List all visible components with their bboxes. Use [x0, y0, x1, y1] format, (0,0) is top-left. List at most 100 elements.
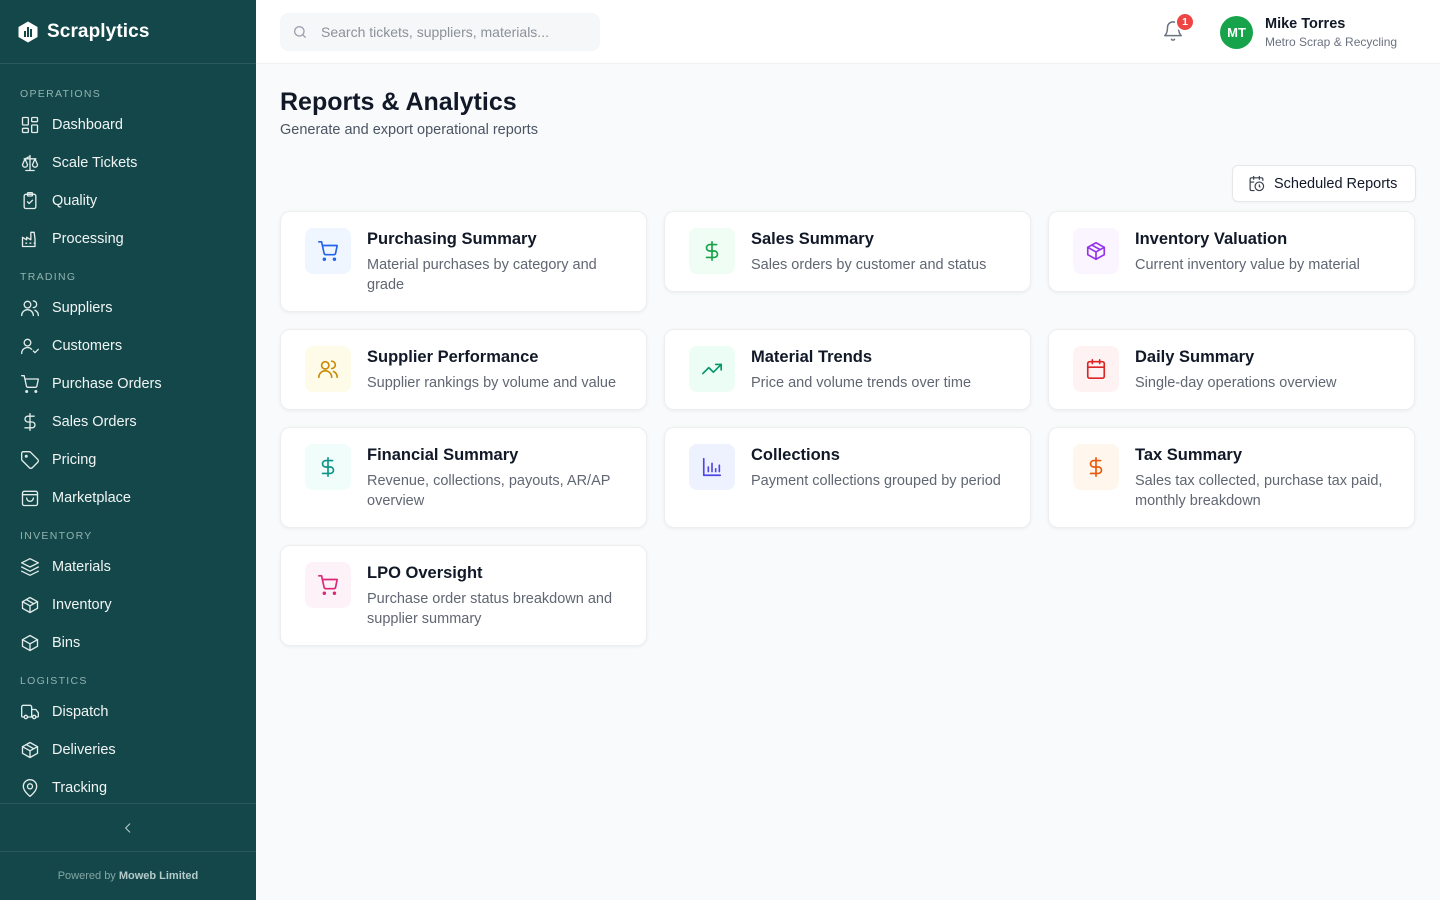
- powered-by-label: Powered by: [57, 870, 116, 882]
- user-avatar[interactable]: MT: [1220, 16, 1253, 49]
- report-card-description: Price and volume trends over time: [751, 375, 972, 391]
- nav-section-label: TRADING: [20, 270, 77, 283]
- trending-up-icon: [689, 346, 735, 392]
- users-icon: [20, 298, 40, 318]
- report-card-description: Current inventory value by material: [1135, 257, 1360, 273]
- report-card-purchasing-summary[interactable]: Purchasing Summary Material purchases by …: [280, 211, 647, 312]
- report-card-description: Purchase order status breakdown and supp…: [367, 591, 613, 627]
- sidebar-item-label: Inventory: [52, 597, 112, 613]
- page-title: Reports & Analytics: [280, 88, 517, 116]
- sidebar-item-label: Materials: [52, 559, 111, 575]
- sidebar: Scraplytics OPERATIONS Dashboard Scale Tic…: [0, 0, 256, 900]
- package-check-icon: [20, 740, 40, 760]
- scraplytics-logo-icon: [18, 21, 38, 42]
- sidebar-item-scale-tickets[interactable]: Scale Tickets: [0, 144, 256, 182]
- page-subtitle: Generate and export operational reports: [280, 122, 538, 138]
- sidebar-item-label: Scale Tickets: [52, 155, 138, 171]
- clipboard-check-icon: [20, 191, 40, 211]
- sidebar-item-label: Bins: [52, 635, 81, 651]
- sidebar-item-quality[interactable]: Quality: [0, 182, 256, 220]
- report-card-description: Sales orders by customer and status: [751, 257, 987, 273]
- dashboard-icon: [20, 115, 40, 135]
- sidebar-item-label: Dashboard: [52, 117, 123, 133]
- collapse-sidebar-button[interactable]: [0, 803, 256, 852]
- sidebar-item-deliveries[interactable]: Deliveries: [0, 731, 256, 769]
- search-box[interactable]: [280, 13, 600, 51]
- sidebar-item-label: Tracking: [52, 780, 108, 796]
- report-card-title: Financial Summary: [367, 446, 519, 464]
- sidebar-item-label: Dispatch: [52, 704, 109, 720]
- package-icon: [20, 595, 40, 615]
- bar-chart-icon: [689, 444, 735, 490]
- nav-section-label: INVENTORY: [20, 529, 93, 542]
- sidebar-item-sales-orders[interactable]: Sales Orders: [0, 403, 256, 441]
- cart-icon: [305, 562, 351, 608]
- scheduled-reports-button[interactable]: Scheduled Reports: [1232, 165, 1416, 202]
- sidebar-item-materials[interactable]: Materials: [0, 548, 256, 586]
- sidebar-nav: OPERATIONS Dashboard Scale Tickets Quality P…: [0, 64, 256, 807]
- sidebar-item-tracking[interactable]: Tracking: [0, 769, 256, 807]
- sidebar-item-label: Sales Orders: [52, 414, 137, 430]
- report-card-description: Single-day operations overview: [1135, 375, 1337, 391]
- dollar-icon: [20, 412, 40, 432]
- nav-section-label: LOGISTICS: [20, 674, 88, 687]
- user-check-icon: [20, 336, 40, 356]
- sidebar-item-label: Deliveries: [52, 742, 116, 758]
- report-card-material-trends[interactable]: Material Trends Price and volume trends o…: [664, 329, 1031, 410]
- report-card-title: LPO Oversight: [367, 564, 483, 582]
- calendar-icon: [1073, 346, 1119, 392]
- notification-count-badge: 1: [1175, 12, 1195, 32]
- report-card-lpo-oversight[interactable]: LPO Oversight Purchase order status break…: [280, 545, 647, 646]
- report-card-title: Inventory Valuation: [1135, 230, 1288, 248]
- report-card-inventory-valuation[interactable]: Inventory Valuation Current inventory val…: [1048, 211, 1415, 292]
- app-name: Scraplytics: [47, 20, 150, 42]
- cart-icon: [20, 374, 40, 394]
- layers-icon: [20, 557, 40, 577]
- sidebar-item-label: Suppliers: [52, 300, 113, 316]
- chevron-left-icon: [125, 822, 131, 833]
- report-card-title: Tax Summary: [1135, 446, 1242, 464]
- report-card-description: Payment collections grouped by period: [751, 473, 1001, 489]
- users-icon: [305, 346, 351, 392]
- report-card-description: Supplier rankings by volume and value: [367, 375, 617, 391]
- top-bar: 1 MT Mike Torres Metro Scrap & Recycling: [256, 0, 1440, 64]
- sidebar-item-marketplace[interactable]: Marketplace: [0, 479, 256, 517]
- report-card-description: Revenue, collections, payouts, AR/AP ove…: [367, 473, 611, 509]
- report-card-title: Daily Summary: [1135, 348, 1255, 366]
- shopping-bag-icon: [20, 488, 40, 508]
- sidebar-item-label: Marketplace: [52, 490, 131, 506]
- dollar-icon: [1073, 444, 1119, 490]
- sidebar-item-label: Customers: [52, 338, 123, 354]
- report-card-financial-summary[interactable]: Financial Summary Revenue, collections, p…: [280, 427, 647, 528]
- dollar-icon: [305, 444, 351, 490]
- sidebar-item-bins[interactable]: Bins: [0, 624, 256, 662]
- sidebar-item-inventory[interactable]: Inventory: [0, 586, 256, 624]
- report-card-tax-summary[interactable]: Tax Summary Sales tax collected, purchase…: [1048, 427, 1415, 528]
- sidebar-item-suppliers[interactable]: Suppliers: [0, 289, 256, 327]
- truck-icon: [20, 702, 40, 722]
- sidebar-item-customers[interactable]: Customers: [0, 327, 256, 365]
- report-card-sales-summary[interactable]: Sales Summary Sales orders by customer an…: [664, 211, 1031, 292]
- search-input[interactable]: [321, 24, 581, 40]
- report-card-supplier-performance[interactable]: Supplier Performance Supplier rankings by…: [280, 329, 647, 410]
- sidebar-item-dispatch[interactable]: Dispatch: [0, 693, 256, 731]
- report-card-title: Sales Summary: [751, 230, 874, 248]
- sidebar-item-dashboard[interactable]: Dashboard: [0, 106, 256, 144]
- report-card-title: Material Trends: [751, 348, 873, 366]
- report-card-daily-summary[interactable]: Daily Summary Single-day operations overv…: [1048, 329, 1415, 410]
- sidebar-item-processing[interactable]: Processing: [0, 220, 256, 258]
- sidebar-item-label: Pricing: [52, 452, 97, 468]
- report-card-title: Supplier Performance: [367, 348, 539, 366]
- cart-icon: [305, 228, 351, 274]
- box-icon: [20, 633, 40, 653]
- brand[interactable]: Scraplytics: [0, 0, 256, 64]
- package-icon: [1073, 228, 1119, 274]
- sidebar-item-pricing[interactable]: Pricing: [0, 441, 256, 479]
- powered-by-company: Moweb Limited: [118, 870, 199, 882]
- nav-section-label: OPERATIONS: [20, 87, 102, 100]
- report-card-description: Sales tax collected, purchase tax paid, …: [1135, 473, 1383, 509]
- report-card-description: Material purchases by category and grade: [367, 257, 597, 293]
- sidebar-item-purchase-orders[interactable]: Purchase Orders: [0, 365, 256, 403]
- search-icon: [294, 26, 306, 38]
- report-card-collections[interactable]: Collections Payment collections grouped b…: [664, 427, 1031, 528]
